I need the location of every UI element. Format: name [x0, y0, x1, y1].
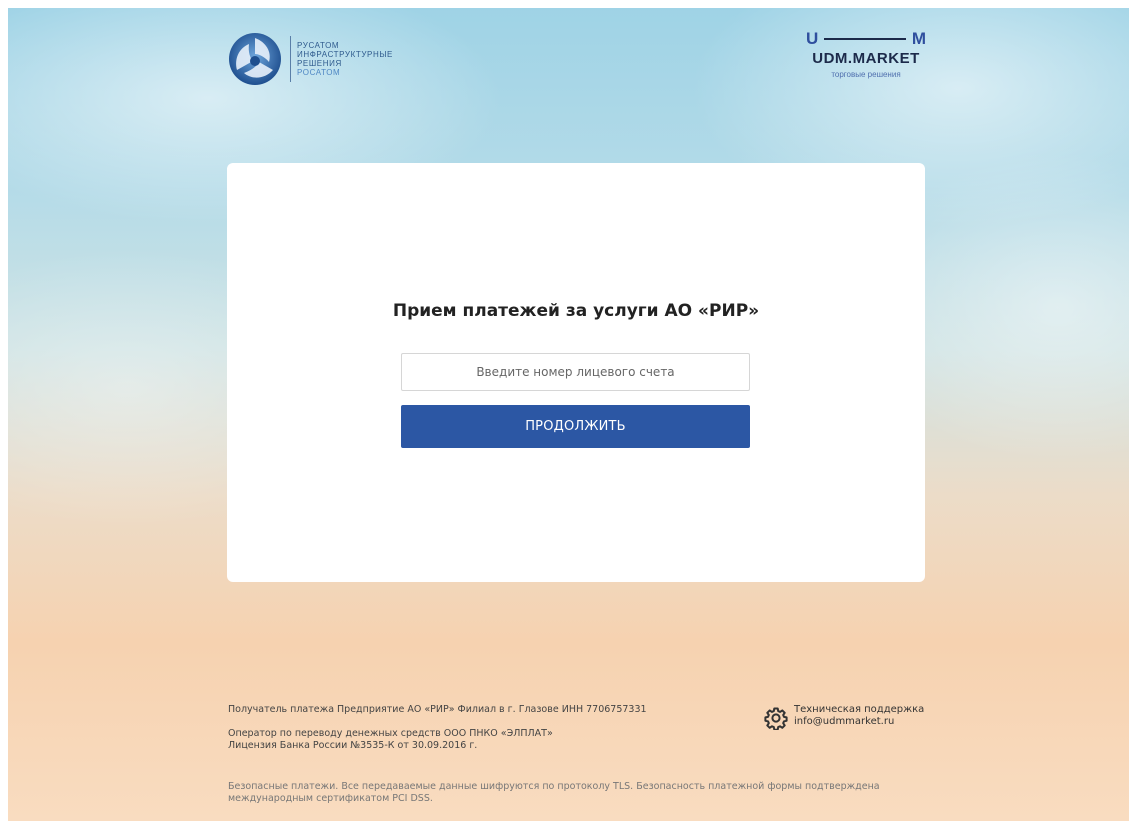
rosatom-line-4: РОСАТОМ: [297, 68, 341, 77]
page-title: Прием платежей за услуги АО «РИР»: [392, 301, 760, 321]
operator-text: Оператор по переводу денежных средств ОО…: [228, 728, 553, 739]
support-title: Техническая поддержка: [794, 704, 925, 715]
rosatom-line-2: ИНФРАСТРУКТУРНЫЕ: [297, 50, 393, 59]
support-text: Техническая поддержка info@udmmarket.ru: [794, 704, 924, 728]
udm-logo-name: UDM.MARKET: [812, 50, 920, 67]
payment-card: Прием платежей за услуги АО «РИР» ПРОДОЛ…: [227, 163, 925, 582]
udm-logo-tagline: торговые решения: [831, 70, 901, 79]
license-text: Лицензия Банка России №3535-К от 30.09.2…: [228, 740, 478, 751]
udm-letter-u: U: [806, 29, 819, 48]
rosatom-emblem-icon: [229, 33, 281, 85]
rosatom-line-1: РУСАТОМ: [297, 41, 340, 50]
account-number-input[interactable]: [401, 353, 750, 391]
logo-divider: [290, 36, 291, 82]
udm-letter-m: M: [911, 29, 926, 48]
security-notice: Безопасные платежи. Все передаваемые дан…: [228, 781, 880, 804]
udm-logo-line: [824, 38, 906, 40]
payment-recipient-text: Получатель платежа Предприятие АО «РИР» …: [228, 704, 647, 715]
udm-market-logo[interactable]: U M UDM.MARKET торговые решения: [806, 29, 926, 79]
continue-button[interactable]: ПРОДОЛЖИТЬ: [401, 405, 750, 448]
rosatom-line-3: РЕШЕНИЯ: [297, 59, 342, 68]
tech-support[interactable]: Техническая поддержка info@udmmarket.ru: [764, 704, 924, 730]
udm-logo-mark: U M: [806, 29, 926, 48]
support-email-link[interactable]: info@udmmarket.ru: [794, 716, 924, 728]
gear-icon: [764, 707, 788, 730]
rosatom-logo[interactable]: РУСАТОМ ИНФРАСТРУКТУРНЫЕ РЕШЕНИЯ РОСАТОМ: [228, 32, 393, 86]
rosatom-logo-text: РУСАТОМ ИНФРАСТРУКТУРНЫЕ РЕШЕНИЯ РОСАТОМ: [297, 41, 393, 77]
